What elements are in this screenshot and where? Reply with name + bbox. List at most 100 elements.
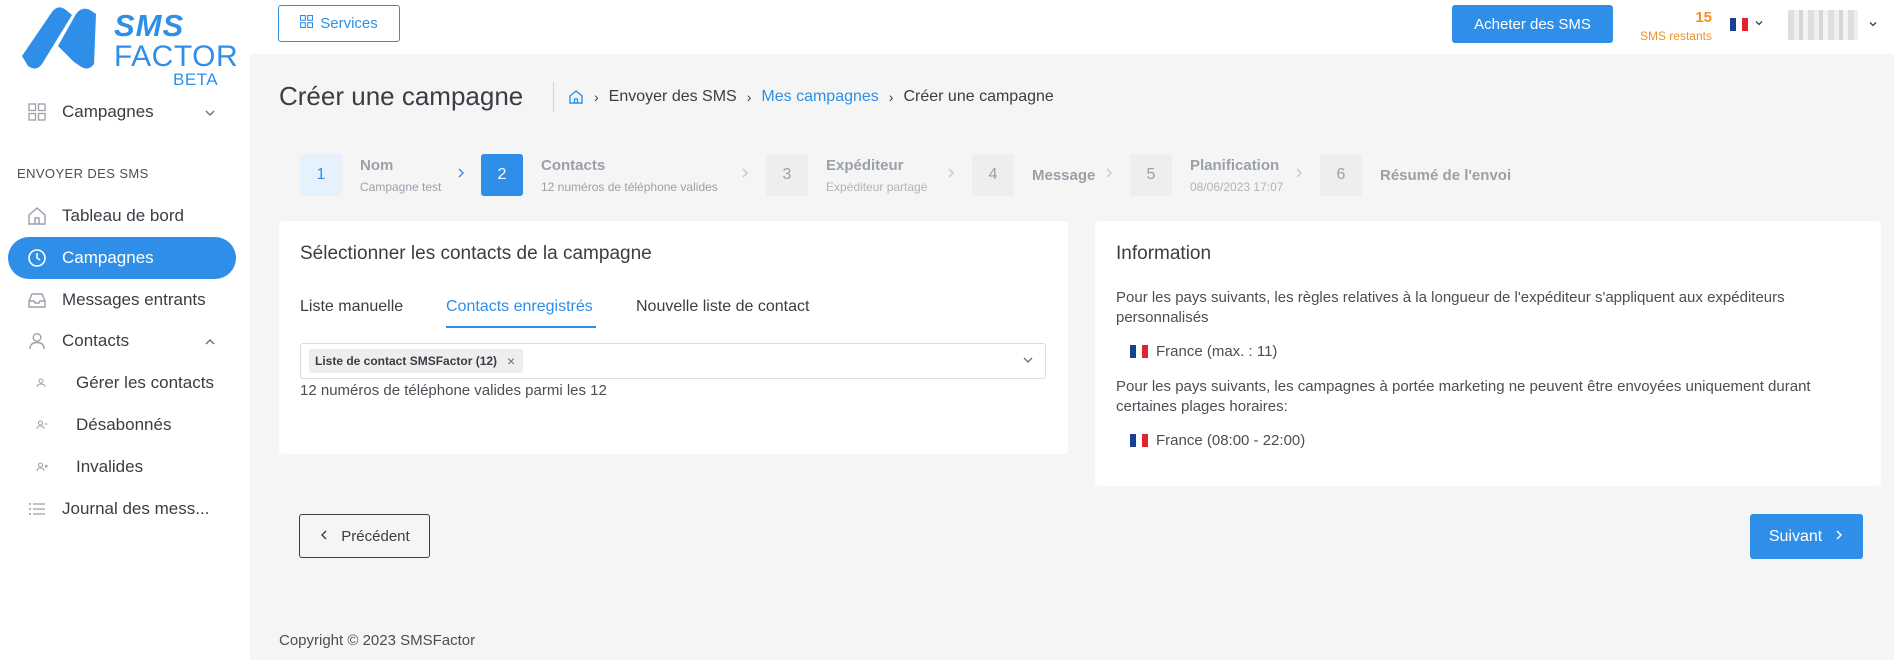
sidebar-item-label: Contacts (62, 331, 130, 350)
step-title: Résumé de l'envoi (1380, 166, 1512, 184)
sidebar-item-journal[interactable]: Journal des mess... (8, 488, 236, 530)
chevron-right-icon (1294, 166, 1304, 182)
sidebar-subitem-desabonnes[interactable]: Désabonnés (8, 405, 236, 445)
clock-icon (26, 247, 48, 269)
chevron-right-icon (946, 166, 956, 182)
sidebar-item-campagnes-top[interactable]: Campagnes (8, 91, 236, 133)
chip-label: Liste de contact SMSFactor (12) (315, 354, 498, 368)
step-title: Message (1032, 166, 1096, 184)
country-rule: France (max. : 11) (1156, 343, 1278, 360)
sidebar-subitem-invalides[interactable]: Invalides (8, 447, 236, 487)
tab-liste-manuelle[interactable]: Liste manuelle (300, 298, 403, 316)
step-number: 5 (1130, 154, 1172, 196)
credits-count: 15 (1695, 9, 1712, 26)
chevron-down-icon (204, 104, 216, 124)
step-title: Planification (1190, 156, 1280, 174)
grid-icon (300, 14, 314, 32)
chevron-down-icon (1868, 16, 1878, 34)
chevron-right-icon (740, 166, 750, 182)
sidebar-item-tableau-de-bord[interactable]: Tableau de bord (8, 195, 236, 237)
chevron-right-icon: › (746, 89, 752, 105)
copyright: Copyright © 2023 SMSFactor (279, 632, 476, 649)
step-title: Contacts (541, 156, 606, 174)
sidebar-item-messages-entrants[interactable]: Messages entrants (8, 279, 236, 321)
step-nom[interactable]: 1 Nom Campagne test (300, 154, 441, 196)
brand-line-sms: SMS (114, 8, 185, 43)
flag-france-icon (1130, 434, 1148, 447)
chevron-down-icon[interactable] (1021, 353, 1035, 372)
sidebar-item-label: Campagnes (62, 102, 154, 121)
step-subtitle: 08/06/2023 17:07 (1190, 179, 1284, 194)
chevron-left-icon (319, 528, 329, 545)
selected-contact-list-chip: Liste de contact SMSFactor (12) × (309, 349, 524, 373)
sidebar-subitem-gerer-contacts[interactable]: Gérer les contacts (8, 363, 236, 403)
flag-france-icon (1730, 17, 1748, 31)
previous-button[interactable]: Précédent (299, 514, 430, 558)
services-button[interactable]: Services (278, 5, 400, 42)
info-country-sender: France (max. : 11) (1130, 343, 1277, 360)
previous-label: Précédent (341, 527, 410, 545)
inbox-icon (26, 289, 48, 311)
information-title: Information (1116, 243, 1212, 264)
topbar: Services Acheter des SMS 15 SMS restants (250, 0, 1894, 54)
language-selector[interactable] (1730, 15, 1764, 33)
sidebar-item-campagnes[interactable]: Campagnes (8, 237, 236, 279)
step-resume[interactable]: 6 Résumé de l'envoi (1320, 154, 1511, 196)
next-label: Suivant (1768, 527, 1823, 545)
tab-nouvelle-liste[interactable]: Nouvelle liste de contact (636, 298, 809, 316)
active-tab-indicator (446, 326, 596, 328)
sidebar-item-contacts[interactable]: Contacts (8, 320, 236, 362)
sidebar-item-label: Tableau de bord (62, 206, 184, 225)
breadcrumb: › Envoyer des SMS › Mes campagnes › Crée… (568, 88, 1054, 106)
header-divider (553, 82, 554, 112)
step-number: 2 (481, 154, 523, 196)
info-paragraph-hours: Pour les pays suivants, les campagnes à … (1116, 378, 1811, 415)
buy-sms-button[interactable]: Acheter des SMS (1452, 5, 1613, 43)
step-contacts[interactable]: 2 Contacts 12 numéros de téléphone valid… (481, 154, 718, 196)
info-paragraph-sender: Pour les pays suivants, les règles relat… (1116, 289, 1785, 326)
next-button[interactable]: Suivant (1750, 514, 1863, 559)
sidebar-item-label: Messages entrants (62, 290, 206, 309)
tab-contacts-enregistres[interactable]: Contacts enregistrés (446, 298, 593, 316)
chevron-right-icon (1834, 528, 1844, 546)
breadcrumb-current: Créer une campagne (903, 88, 1054, 105)
beta-badge: BETA (173, 70, 219, 89)
services-label: Services (320, 15, 378, 32)
step-number: 4 (972, 154, 1014, 196)
home-icon[interactable] (568, 89, 584, 105)
user-avatar-redacted (1788, 10, 1858, 40)
step-message[interactable]: 4 Message (972, 154, 1095, 196)
page-title: Créer une campagne (279, 81, 524, 111)
remove-chip-icon[interactable]: × (507, 353, 515, 369)
step-subtitle: Campagne test (360, 179, 442, 194)
country-rule: France (08:00 - 22:00) (1156, 432, 1306, 449)
user-menu[interactable] (1788, 10, 1878, 40)
chevron-down-icon (1754, 15, 1764, 33)
chevron-up-icon (204, 333, 216, 353)
flag-france-icon (1130, 345, 1148, 358)
step-title: Nom (360, 156, 394, 174)
step-expediteur[interactable]: 3 Expéditeur Expéditeur partagé (766, 154, 927, 196)
grid-icon (26, 101, 48, 123)
breadcrumb-envoyer[interactable]: Envoyer des SMS (609, 88, 737, 106)
chevron-right-icon (1104, 166, 1114, 182)
contact-list-select[interactable]: Liste de contact SMSFactor (12) × (300, 343, 1046, 379)
step-number: 1 (300, 154, 342, 196)
user-minus-icon (36, 419, 50, 431)
step-subtitle: 12 numéros de téléphone valides (541, 179, 718, 194)
step-title: Expéditeur (826, 156, 904, 174)
sidebar-item-label: Journal des mess... (62, 499, 210, 518)
step-subtitle: Expéditeur partagé (826, 179, 928, 194)
sidebar-section-label: ENVOYER DES SMS (17, 166, 149, 181)
step-planification[interactable]: 5 Planification 08/06/2023 17:07 (1130, 154, 1283, 196)
user-icon (26, 330, 48, 352)
step-number: 3 (766, 154, 808, 196)
brand-line-factor: FACTOR (114, 40, 239, 73)
brand-logo[interactable]: SMS FACTOR BETA (18, 4, 238, 89)
breadcrumb-mes-campagnes[interactable]: Mes campagnes (761, 88, 878, 106)
chevron-right-icon (456, 166, 466, 182)
sidebar-subitem-label: Invalides (76, 457, 144, 476)
credits-label: SMS restants (1639, 29, 1712, 43)
info-country-hours: France (08:00 - 22:00) (1130, 432, 1305, 449)
list-icon (26, 498, 48, 520)
